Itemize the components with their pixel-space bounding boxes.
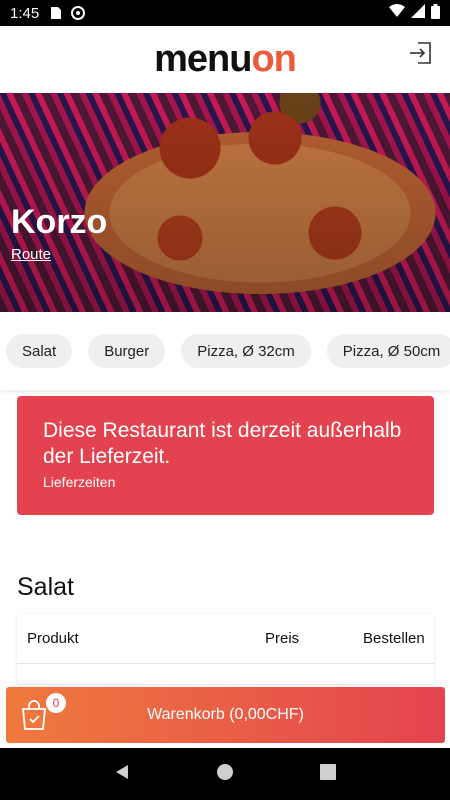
wifi-icon [389, 4, 405, 22]
restaurant-name: Korzo [11, 203, 108, 241]
delivery-closed-alert: Diese Restaurant ist derzeit außerhalb d… [17, 396, 434, 515]
product-table: Produkt Preis Bestellen [17, 614, 434, 684]
alert-message: Diese Restaurant ist derzeit außerhalb d… [43, 419, 402, 468]
category-chip-burger[interactable]: Burger [88, 334, 166, 368]
status-time: 1:45 [10, 4, 40, 22]
logo-accent: on [251, 38, 296, 80]
login-icon[interactable] [408, 40, 434, 66]
route-link[interactable]: Route [11, 246, 51, 263]
section-title: Salat [17, 573, 74, 601]
screen: 1:45 menu on Korzo Route Salat Burger Pi… [0, 0, 450, 800]
cart-button[interactable]: 0 Warenkorb (0,00CHF) [6, 687, 445, 743]
system-nav-bar [0, 748, 450, 800]
cart-count-badge: 0 [46, 693, 66, 713]
app-logo[interactable]: menu on [154, 38, 297, 81]
restaurant-hero-image: Korzo Route [0, 93, 450, 312]
at-sign-icon [71, 6, 86, 20]
sim-card-icon [49, 6, 63, 20]
logo-prefix: menu [154, 38, 252, 80]
signal-icon [411, 4, 425, 22]
app-header: menu on [0, 26, 450, 93]
nav-back-icon[interactable] [113, 763, 131, 785]
category-chip-pizza-32[interactable]: Pizza, Ø 32cm [181, 334, 311, 368]
status-bar: 1:45 [0, 0, 450, 26]
nav-home-icon[interactable] [216, 763, 234, 785]
category-chip-salat[interactable]: Salat [6, 334, 73, 368]
battery-icon [431, 3, 440, 23]
column-price: Preis [265, 630, 300, 647]
shopping-bag-icon [19, 699, 49, 731]
delivery-times-link[interactable]: Lieferzeiten [43, 474, 408, 490]
category-tabs: Salat Burger Pizza, Ø 32cm Pizza, Ø 50cm [0, 312, 450, 390]
table-header: Produkt Preis Bestellen [17, 614, 434, 664]
column-order: Bestellen [363, 630, 425, 647]
nav-recents-icon[interactable] [319, 763, 337, 785]
cart-label: Warenkorb (0,00CHF) [147, 706, 304, 723]
category-chip-pizza-50[interactable]: Pizza, Ø 50cm [326, 334, 450, 368]
column-product: Produkt [27, 630, 79, 647]
